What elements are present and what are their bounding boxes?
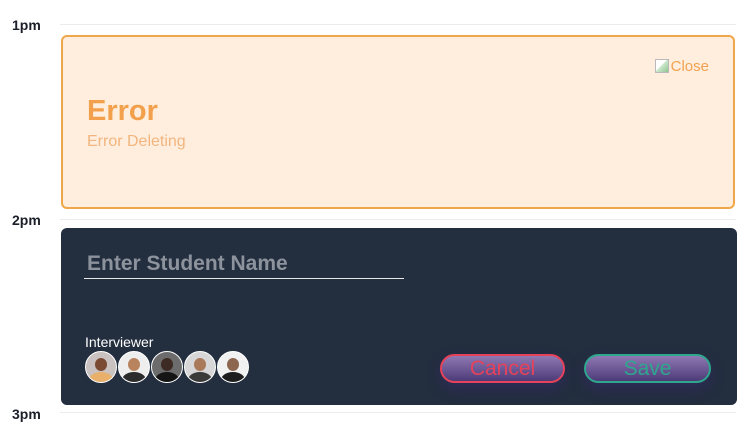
avatar-head <box>194 358 206 371</box>
hour-divider-3pm <box>60 412 736 413</box>
error-message: Error Deleting <box>87 133 186 150</box>
interview-slot-editor: Interviewer Cancel Save <box>61 228 737 405</box>
hour-divider-2pm <box>60 219 736 220</box>
close-alt-text: Close <box>670 57 709 75</box>
close-button[interactable]: Close <box>654 57 709 75</box>
avatar-shoulders <box>122 372 146 382</box>
interviewer-avatar-3[interactable] <box>151 351 183 383</box>
error-alert: Close Error Error Deleting <box>61 35 735 209</box>
interviewer-avatar-2[interactable] <box>118 351 150 383</box>
avatar-shoulders <box>188 372 212 382</box>
interviewer-label: Interviewer <box>85 334 154 350</box>
avatar-shoulders <box>221 372 245 382</box>
avatar-head <box>161 358 173 371</box>
save-button[interactable]: Save <box>584 354 711 383</box>
time-label-3pm: 3pm <box>12 406 41 422</box>
avatar-head <box>227 358 239 371</box>
avatar-shoulders <box>155 372 179 382</box>
interviewer-avatars <box>85 351 249 383</box>
error-title: Error <box>87 95 158 127</box>
avatar-head <box>95 358 107 371</box>
interviewer-avatar-4[interactable] <box>184 351 216 383</box>
avatar-head <box>128 358 140 371</box>
cancel-button[interactable]: Cancel <box>440 354 565 383</box>
time-label-2pm: 2pm <box>12 212 41 228</box>
hour-divider-1pm <box>60 24 736 25</box>
interviewer-avatar-1[interactable] <box>85 351 117 383</box>
student-name-input[interactable] <box>84 250 404 279</box>
interviewer-avatar-5[interactable] <box>217 351 249 383</box>
broken-image-icon <box>654 59 669 73</box>
avatar-shoulders <box>89 372 113 382</box>
time-label-1pm: 1pm <box>12 17 41 33</box>
